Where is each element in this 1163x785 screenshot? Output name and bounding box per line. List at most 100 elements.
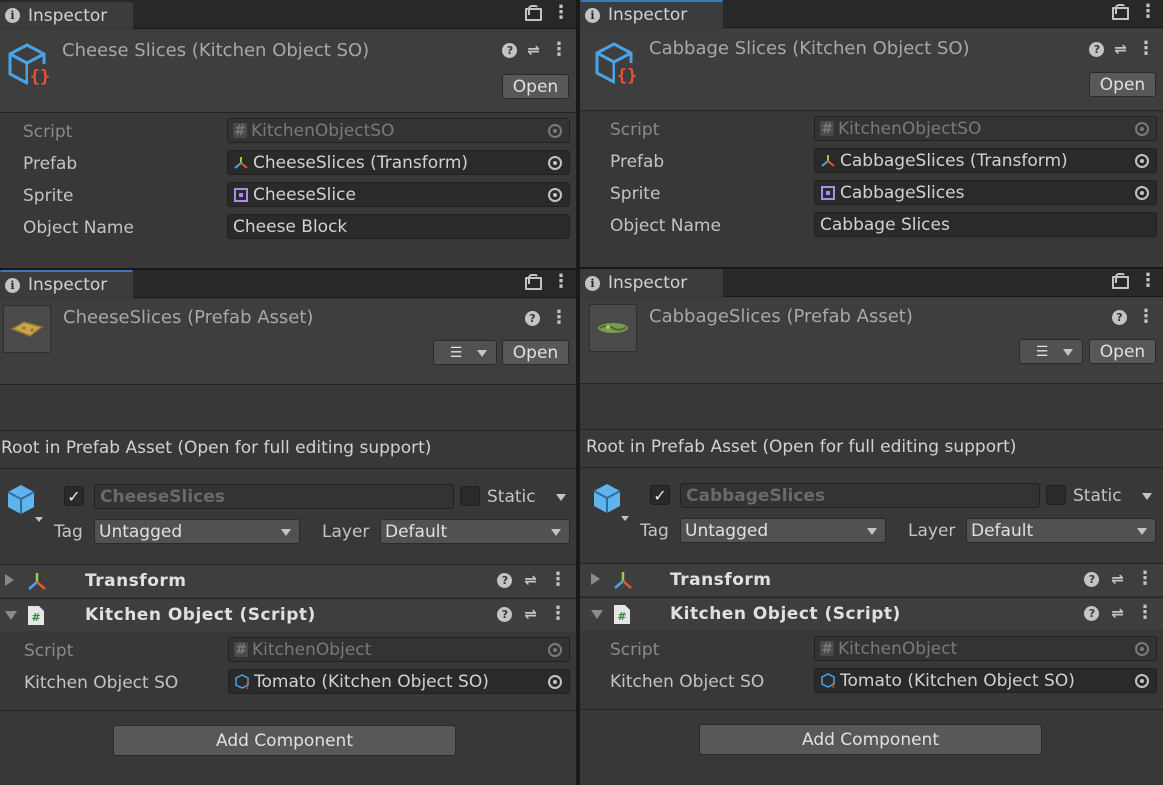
tab-inspector[interactable]: i Inspector bbox=[0, 270, 133, 298]
open-button[interactable]: Open bbox=[1089, 72, 1156, 97]
component-title: Kitchen Object (Script) bbox=[670, 604, 901, 624]
more-menu-icon[interactable]: ⋮ bbox=[1137, 40, 1155, 58]
collapse-arrow-icon[interactable] bbox=[5, 611, 17, 620]
help-icon[interactable]: ? bbox=[497, 606, 513, 622]
sprite-label: Sprite bbox=[23, 186, 74, 206]
kitchen-object-so-value: Tomato (Kitchen Object SO) bbox=[840, 670, 1075, 691]
settings-sliders-icon[interactable]: ⇌ bbox=[1111, 570, 1124, 588]
kitchen-object-so-field[interactable]: {} Tomato (Kitchen Object SO) bbox=[228, 669, 570, 694]
open-button[interactable]: Open bbox=[1089, 339, 1156, 364]
more-menu-icon[interactable]: ⋮ bbox=[1136, 570, 1154, 588]
object-picker-icon bbox=[1135, 122, 1149, 136]
more-menu-icon[interactable]: ⋮ bbox=[552, 273, 570, 291]
static-checkbox[interactable] bbox=[1046, 485, 1066, 505]
gameobject-name-field[interactable]: CabbageSlices bbox=[680, 483, 1040, 508]
more-menu-icon[interactable]: ⋮ bbox=[550, 41, 568, 59]
script-file-icon: # bbox=[614, 605, 630, 624]
tab-label: Inspector bbox=[608, 273, 688, 293]
more-menu-icon[interactable]: ⋮ bbox=[552, 4, 570, 22]
open-button[interactable]: Open bbox=[502, 340, 569, 365]
svg-text:{}: {} bbox=[30, 67, 50, 87]
inspector-panel-top-right: i Inspector ⋮ {} Cabbage Slices (Kitchen … bbox=[580, 0, 1163, 267]
help-icon[interactable]: ? bbox=[497, 572, 513, 588]
transform-component-header[interactable]: Transform ? ⇌ ⋮ bbox=[580, 563, 1163, 596]
static-checkbox[interactable] bbox=[460, 486, 480, 506]
kitchen-object-component-header[interactable]: # Kitchen Object (Script) ? ⇌ ⋮ bbox=[580, 597, 1163, 630]
more-menu-icon[interactable]: ⋮ bbox=[549, 571, 567, 589]
kitchen-object-component-header[interactable]: # Kitchen Object (Script) ? ⇌ ⋮ bbox=[0, 598, 576, 631]
active-checkbox[interactable]: ✓ bbox=[650, 485, 670, 505]
layer-label: Layer bbox=[908, 521, 956, 541]
object-picker-icon[interactable] bbox=[1135, 674, 1149, 688]
layer-dropdown[interactable]: Default bbox=[380, 519, 570, 544]
chevron-down-icon bbox=[477, 350, 487, 357]
prefab-field[interactable]: CheeseSlices (Transform) bbox=[227, 150, 570, 175]
overrides-dropdown[interactable]: ☰ bbox=[433, 340, 497, 365]
sprite-field[interactable]: CheeseSlice bbox=[227, 182, 570, 207]
more-menu-icon[interactable]: ⋮ bbox=[1137, 308, 1155, 326]
object-picker-icon[interactable] bbox=[1135, 154, 1149, 168]
lock-icon[interactable] bbox=[1112, 4, 1129, 20]
root-prefab-message: Root in Prefab Asset (Open for full edit… bbox=[586, 437, 1017, 457]
more-menu-icon[interactable]: ⋮ bbox=[549, 605, 567, 623]
prefab-field[interactable]: CabbageSlices (Transform) bbox=[814, 148, 1157, 173]
layer-dropdown[interactable]: Default bbox=[966, 518, 1156, 543]
settings-sliders-icon[interactable]: ⇌ bbox=[524, 571, 537, 589]
expand-arrow-icon[interactable] bbox=[5, 574, 14, 586]
info-icon: i bbox=[585, 7, 600, 23]
more-menu-icon[interactable]: ⋮ bbox=[1139, 3, 1157, 21]
list-icon: ☰ bbox=[1035, 343, 1049, 360]
help-icon[interactable]: ? bbox=[1084, 571, 1100, 587]
tab-inspector[interactable]: i Inspector bbox=[580, 0, 723, 28]
object-picker-icon[interactable] bbox=[548, 156, 562, 170]
help-icon[interactable]: ? bbox=[1089, 41, 1105, 57]
transform-icon bbox=[614, 572, 632, 589]
prefab-thumbnail bbox=[589, 304, 637, 352]
prefab-value: CabbageSlices (Transform) bbox=[840, 150, 1068, 171]
expand-arrow-icon[interactable] bbox=[591, 573, 600, 585]
help-icon[interactable]: ? bbox=[525, 310, 540, 326]
tab-inspector[interactable]: i Inspector bbox=[0, 2, 133, 29]
component-title: Kitchen Object (Script) bbox=[85, 605, 316, 625]
help-icon[interactable]: ? bbox=[1084, 605, 1100, 621]
kitchen-object-so-field[interactable]: {} Tomato (Kitchen Object SO) bbox=[814, 668, 1157, 693]
open-button[interactable]: Open bbox=[502, 74, 569, 99]
object-name-input[interactable]: Cheese Block bbox=[227, 214, 570, 239]
lock-icon[interactable] bbox=[525, 5, 542, 21]
help-icon[interactable]: ? bbox=[1112, 309, 1127, 325]
collapse-arrow-icon[interactable] bbox=[591, 610, 603, 619]
inspector-panel-bottom-left: i Inspector ⋮ CheeseSlices (Prefab Asset)… bbox=[0, 270, 576, 785]
gameobject-cube-icon bbox=[593, 484, 629, 521]
more-menu-icon[interactable]: ⋮ bbox=[1136, 604, 1154, 622]
script-field: # KitchenObject bbox=[228, 637, 570, 662]
static-label: Static bbox=[1073, 486, 1122, 506]
tag-dropdown[interactable]: Untagged bbox=[94, 519, 300, 544]
settings-sliders-icon[interactable]: ⇌ bbox=[524, 605, 537, 623]
transform-component-header[interactable]: Transform ? ⇌ ⋮ bbox=[0, 564, 576, 597]
lock-icon[interactable] bbox=[525, 274, 542, 290]
overrides-dropdown[interactable]: ☰ bbox=[1019, 339, 1083, 364]
settings-sliders-icon[interactable]: ⇌ bbox=[527, 41, 540, 59]
tab-inspector[interactable]: i Inspector bbox=[580, 269, 723, 297]
object-picker-icon[interactable] bbox=[548, 675, 562, 689]
settings-sliders-icon[interactable]: ⇌ bbox=[1111, 604, 1124, 622]
more-menu-icon[interactable]: ⋮ bbox=[550, 309, 568, 327]
static-chevron-down-icon[interactable] bbox=[1142, 493, 1152, 500]
tag-dropdown[interactable]: Untagged bbox=[680, 518, 886, 543]
sprite-field[interactable]: CabbageSlices bbox=[814, 180, 1157, 205]
kitchen-object-so-label: Kitchen Object SO bbox=[24, 673, 179, 693]
asset-header: {} Cabbage Slices (Kitchen Object SO) ? ⇌… bbox=[580, 29, 1163, 111]
add-component-button[interactable]: Add Component bbox=[699, 724, 1042, 755]
active-checkbox[interactable]: ✓ bbox=[64, 486, 84, 506]
more-menu-icon[interactable]: ⋮ bbox=[1139, 272, 1157, 290]
gameobject-name-field[interactable]: CheeseSlices bbox=[94, 484, 454, 509]
add-component-button[interactable]: Add Component bbox=[113, 725, 456, 756]
lock-icon[interactable] bbox=[1112, 273, 1129, 289]
object-picker-icon[interactable] bbox=[548, 188, 562, 202]
object-name-input[interactable]: Cabbage Slices bbox=[814, 212, 1157, 237]
kitchen-object-so-value: Tomato (Kitchen Object SO) bbox=[254, 671, 489, 692]
static-chevron-down-icon[interactable] bbox=[556, 494, 566, 501]
settings-sliders-icon[interactable]: ⇌ bbox=[1114, 40, 1127, 58]
object-picker-icon[interactable] bbox=[1135, 186, 1149, 200]
help-icon[interactable]: ? bbox=[502, 42, 518, 58]
